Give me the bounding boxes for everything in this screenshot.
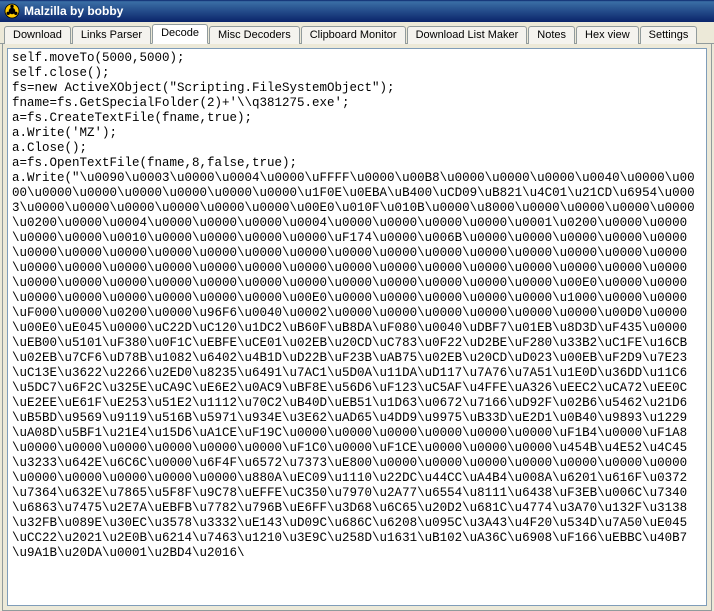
window-title: Malzilla by bobby <box>24 4 123 18</box>
content-area: self.moveTo(5000,5000); self.close(); fs… <box>2 44 712 611</box>
tab-hex-view[interactable]: Hex view <box>576 26 639 44</box>
code-editor[interactable]: self.moveTo(5000,5000); self.close(); fs… <box>7 48 707 606</box>
app-icon <box>4 3 20 19</box>
tab-download[interactable]: Download <box>4 26 71 44</box>
window-titlebar: Malzilla by bobby <box>0 0 714 22</box>
tab-bar: Download Links Parser Decode Misc Decode… <box>0 22 714 44</box>
tab-links-parser[interactable]: Links Parser <box>72 26 151 44</box>
tab-settings[interactable]: Settings <box>640 26 698 44</box>
tab-decode[interactable]: Decode <box>152 24 208 44</box>
tab-clipboard-monitor[interactable]: Clipboard Monitor <box>301 26 406 44</box>
tab-download-list-maker[interactable]: Download List Maker <box>407 26 528 44</box>
tab-notes[interactable]: Notes <box>528 26 575 44</box>
tab-misc-decoders[interactable]: Misc Decoders <box>209 26 300 44</box>
